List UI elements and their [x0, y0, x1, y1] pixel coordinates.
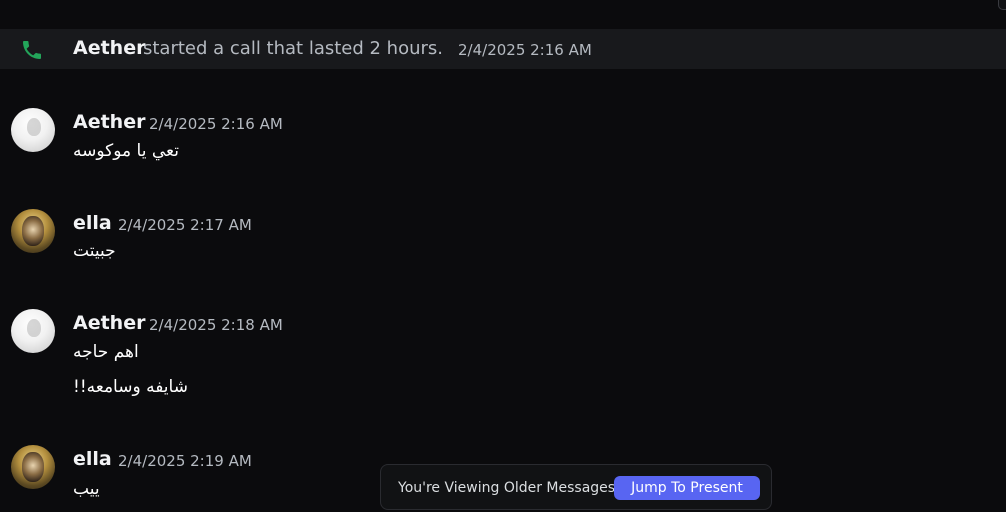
older-messages-bar: You're Viewing Older Messages Jump To Pr… [380, 464, 772, 510]
message-timestamp[interactable]: 2/4/2025 2:17 AM [118, 216, 252, 234]
avatar-ella[interactable] [11, 445, 55, 489]
jump-to-present-button[interactable]: Jump To Present [614, 476, 760, 500]
avatar-ella[interactable] [11, 209, 55, 253]
message-group: Aether 2/4/2025 2:18 AM اهم حاجه شايفه و… [0, 309, 1006, 409]
message-author[interactable]: Aether [73, 312, 145, 334]
message-timestamp[interactable]: 2/4/2025 2:16 AM [149, 115, 283, 133]
avatar-aether[interactable] [11, 309, 55, 353]
message-author[interactable]: ella [73, 212, 112, 234]
call-author[interactable]: Aether [73, 37, 145, 59]
message-author[interactable]: Aether [73, 111, 145, 133]
message-text: تعي يا موكوسه [73, 141, 179, 161]
avatar-aether[interactable] [11, 108, 55, 152]
message-text: اهم حاجه [73, 342, 139, 362]
message-text: ييب [73, 479, 100, 499]
phone-icon [23, 41, 41, 59]
call-description: started a call that lasted 2 hours. [143, 38, 444, 59]
message-text: جبيتت [73, 241, 116, 261]
call-system-message: Aether started a call that lasted 2 hour… [0, 29, 1006, 69]
call-timestamp[interactable]: 2/4/2025 2:16 AM [458, 41, 592, 59]
older-messages-notice: You're Viewing Older Messages [398, 480, 616, 496]
message-timestamp[interactable]: 2/4/2025 2:19 AM [118, 452, 252, 470]
message-timestamp[interactable]: 2/4/2025 2:18 AM [149, 316, 283, 334]
chat-view: Aether started a call that lasted 2 hour… [0, 0, 1006, 512]
message-group: ella 2/4/2025 2:17 AM جبيتت [0, 209, 1006, 269]
window-edge-tab[interactable] [998, 0, 1006, 10]
message-author[interactable]: ella [73, 448, 112, 470]
message-text: شايفه وسامعه!! [73, 377, 188, 397]
message-group: Aether 2/4/2025 2:16 AM تعي يا موكوسه [0, 108, 1006, 188]
